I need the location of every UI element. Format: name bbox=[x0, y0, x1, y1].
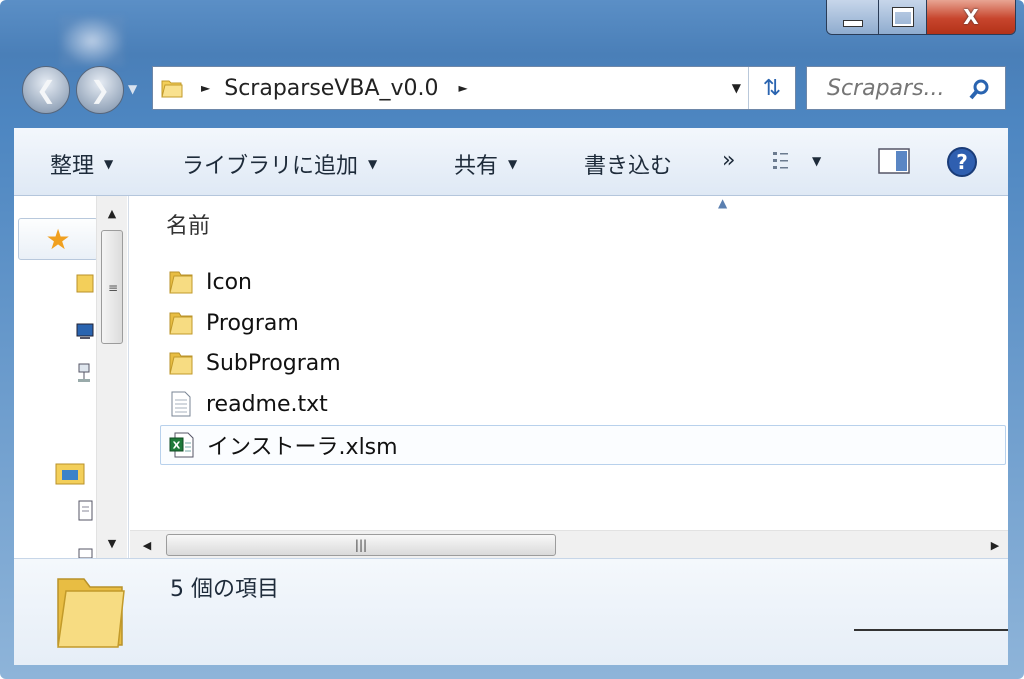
explorer-window: X ❮ ❯ ▼ ► ScraparseVBA_v0.0 ► ▼ ⇅ 整理 ▼ ライ… bbox=[0, 0, 1024, 679]
search-box bbox=[806, 66, 1006, 110]
file-list-horizontal-scrollbar[interactable]: ◀ ||| ▶ bbox=[130, 530, 1008, 559]
back-arrow-icon: ❮ bbox=[35, 76, 57, 104]
search-icon[interactable] bbox=[969, 78, 991, 100]
scroll-right-arrow-icon[interactable]: ▶ bbox=[982, 531, 1008, 559]
preview-pane-icon bbox=[878, 148, 910, 174]
navigation-pane: ★ ▲ ≡ ▼ bbox=[14, 196, 129, 558]
maximize-button[interactable] bbox=[879, 0, 927, 34]
folder-icon bbox=[169, 271, 193, 294]
item-count: 5 個の項目 bbox=[170, 577, 279, 602]
file-name: SubProgram bbox=[206, 350, 341, 376]
scrollbar-thumb[interactable]: ||| bbox=[166, 534, 556, 556]
forward-button[interactable]: ❯ bbox=[76, 66, 124, 114]
breadcrumb-separator-icon[interactable]: ► bbox=[201, 81, 210, 95]
library-icon[interactable] bbox=[54, 458, 86, 486]
minimize-button[interactable] bbox=[827, 0, 879, 34]
file-list-pane: 名前 ▲ Icon Program SubProgram readme.txt … bbox=[130, 196, 1008, 530]
preview-pane-button[interactable] bbox=[878, 148, 910, 174]
details-pane: 5 個の項目 bbox=[14, 558, 1008, 665]
grip-icon: ||| bbox=[354, 538, 368, 552]
more-commands-label: » bbox=[722, 148, 736, 173]
add-to-library-label: ライブラリに追加 bbox=[182, 154, 359, 179]
chevron-down-icon: ▼ bbox=[812, 154, 822, 168]
folder-icon bbox=[161, 80, 183, 98]
close-icon: X bbox=[963, 5, 979, 29]
network-icon[interactable] bbox=[76, 362, 96, 384]
burn-button[interactable]: 書き込む bbox=[584, 148, 672, 180]
file-name: インストーラ.xlsm bbox=[207, 435, 398, 460]
file-list-item-selected[interactable]: X インストーラ.xlsm bbox=[160, 425, 1006, 465]
help-icon: ? bbox=[947, 147, 977, 177]
add-to-library-button[interactable]: ライブラリに追加 ▼ bbox=[182, 148, 377, 180]
svg-text:?: ? bbox=[956, 150, 968, 174]
scroll-left-arrow-icon[interactable]: ◀ bbox=[134, 531, 160, 559]
excel-file-icon: X bbox=[169, 432, 194, 458]
window-controls: X bbox=[826, 0, 1016, 35]
file-list-item[interactable]: Icon bbox=[160, 262, 1006, 302]
chevron-down-icon: ▼ bbox=[508, 157, 518, 171]
chevron-down-icon: ▼ bbox=[104, 157, 114, 171]
folder-icon bbox=[169, 312, 193, 335]
breadcrumb-path[interactable]: ScraparseVBA_v0.0 bbox=[224, 76, 438, 101]
window-icon bbox=[60, 16, 124, 66]
grip-icon: ≡ bbox=[108, 281, 119, 295]
share-label: 共有 bbox=[454, 154, 499, 179]
share-button[interactable]: 共有 ▼ bbox=[454, 148, 517, 180]
view-options-button[interactable]: ▼ bbox=[772, 150, 821, 172]
help-button[interactable]: ? bbox=[946, 146, 978, 178]
folder-icon[interactable] bbox=[76, 272, 96, 294]
content-area: ★ ▲ ≡ ▼ 名前 ▲ Icon Program SubProgram rea… bbox=[14, 196, 1008, 559]
scroll-down-arrow-icon[interactable]: ▼ bbox=[97, 530, 127, 556]
address-dropdown-icon[interactable]: ▼ bbox=[732, 81, 741, 95]
text-file-icon bbox=[171, 391, 191, 417]
minimize-icon bbox=[842, 19, 863, 27]
svg-text:X: X bbox=[173, 441, 181, 452]
address-bar[interactable]: ► ScraparseVBA_v0.0 ► ▼ ⇅ bbox=[152, 66, 796, 110]
file-name: Program bbox=[206, 310, 299, 336]
folder-icon bbox=[57, 578, 125, 648]
divider bbox=[854, 629, 1008, 631]
view-list-icon bbox=[773, 152, 788, 169]
refresh-button[interactable]: ⇅ bbox=[748, 67, 795, 109]
close-button[interactable]: X bbox=[927, 0, 1015, 34]
search-input[interactable] bbox=[825, 74, 979, 102]
file-name: readme.txt bbox=[206, 391, 328, 417]
command-bar: 整理 ▼ ライブラリに追加 ▼ 共有 ▼ 書き込む » ▼ ? bbox=[14, 128, 1008, 196]
maximize-icon bbox=[891, 7, 914, 27]
recent-pages-dropdown[interactable]: ▼ bbox=[128, 82, 137, 96]
sort-ascending-icon: ▲ bbox=[718, 196, 728, 210]
navigation-scrollbar[interactable]: ▲ ≡ ▼ bbox=[96, 196, 127, 558]
document-icon[interactable] bbox=[76, 500, 96, 522]
document-icon[interactable] bbox=[76, 548, 96, 558]
burn-label: 書き込む bbox=[584, 154, 673, 179]
organize-label: 整理 bbox=[50, 154, 95, 179]
scrollbar-thumb[interactable]: ≡ bbox=[101, 230, 123, 344]
computer-icon[interactable] bbox=[76, 320, 96, 342]
organize-button[interactable]: 整理 ▼ bbox=[50, 148, 113, 180]
file-list-item[interactable]: Program bbox=[160, 303, 1006, 343]
name-column-header[interactable]: 名前 bbox=[166, 208, 210, 240]
forward-arrow-icon: ❯ bbox=[89, 76, 111, 104]
file-name: Icon bbox=[206, 269, 252, 295]
favorites-item[interactable]: ★ bbox=[18, 218, 98, 260]
breadcrumb-separator-icon[interactable]: ► bbox=[459, 81, 468, 95]
back-button[interactable]: ❮ bbox=[22, 66, 70, 114]
scroll-up-arrow-icon[interactable]: ▲ bbox=[97, 200, 127, 226]
file-list-item[interactable]: readme.txt bbox=[160, 384, 1006, 424]
refresh-icon: ⇅ bbox=[762, 75, 782, 101]
folder-icon bbox=[169, 352, 193, 375]
star-icon: ★ bbox=[45, 222, 71, 256]
file-list-item[interactable]: SubProgram bbox=[160, 343, 1006, 383]
chevron-down-icon: ▼ bbox=[368, 157, 378, 171]
more-commands-button[interactable]: » bbox=[722, 148, 735, 173]
